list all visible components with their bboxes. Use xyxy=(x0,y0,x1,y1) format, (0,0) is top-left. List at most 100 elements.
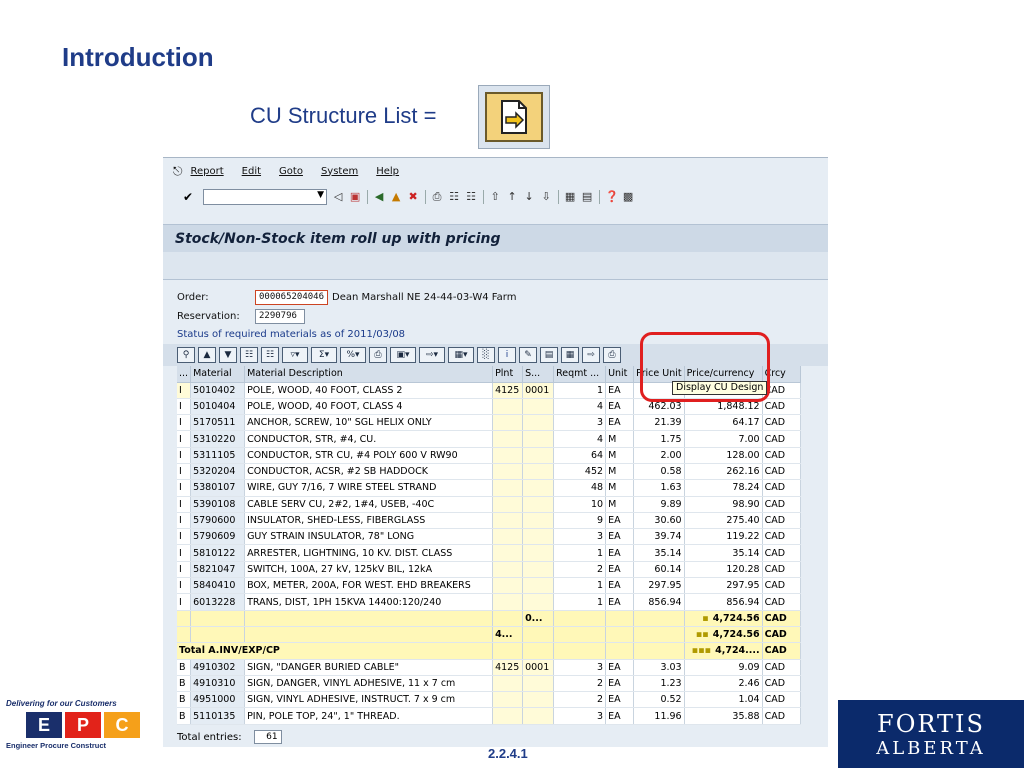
material-cell[interactable]: 5010404 xyxy=(190,398,246,416)
table-row[interactable]: I 6013228 TRANS, DIST, 1PH 15KVA 14400:120… xyxy=(177,593,801,611)
price-unit-cell[interactable]: 2.00 xyxy=(633,447,685,464)
display-cu-design-icon[interactable]: ⇨ xyxy=(582,347,600,363)
quantity-cell[interactable]: 2 xyxy=(553,675,607,693)
quantity-cell[interactable]: 2 xyxy=(553,691,607,709)
plant-cell[interactable] xyxy=(492,593,524,611)
unit-cell[interactable]: EA xyxy=(605,398,635,416)
currency-cell[interactable]: CAD xyxy=(762,659,801,676)
description-cell[interactable]: CONDUCTOR, STR CU, #4 POLY 600 V RW90 xyxy=(244,447,494,464)
description-cell[interactable]: POLE, WOOD, 40 FOOT, CLASS 4 xyxy=(244,398,494,416)
storage-location-cell[interactable] xyxy=(522,512,555,530)
table-row[interactable]: I 5390108 CABLE SERV CU, 2#2, 1#4, USEB, -… xyxy=(177,496,801,513)
description-cell[interactable]: PIN, POLE TOP, 24", 1" THREAD. xyxy=(244,707,494,725)
material-cell[interactable]: 5311105 xyxy=(190,447,246,464)
export-icon[interactable]: ⇨▾ xyxy=(419,347,445,363)
storage-location-cell[interactable] xyxy=(522,561,555,579)
storage-location-cell[interactable] xyxy=(522,398,555,416)
order-field[interactable]: 000065204046 xyxy=(255,290,329,305)
quantity-cell[interactable]: 10 xyxy=(553,496,607,513)
quantity-cell[interactable]: 4 xyxy=(553,398,607,416)
storage-location-cell[interactable]: 0001 xyxy=(522,382,555,399)
unit-cell[interactable]: EA xyxy=(605,528,635,546)
views-icon[interactable]: ▣▾ xyxy=(390,347,416,363)
quantity-cell[interactable]: 64 xyxy=(553,447,607,464)
find-next-icon[interactable]: ☷ xyxy=(261,347,279,363)
price-unit-cell[interactable]: 21.39 xyxy=(633,414,685,432)
plant-cell[interactable]: 4125 xyxy=(492,382,524,399)
plant-cell[interactable] xyxy=(492,528,524,546)
storage-location-cell[interactable] xyxy=(522,544,555,562)
sort-descending-icon[interactable]: ▼ xyxy=(219,347,237,363)
unit-cell[interactable]: EA xyxy=(605,382,635,399)
currency-cell[interactable]: CAD xyxy=(762,691,801,709)
help-icon[interactable]: ❓ xyxy=(605,191,619,203)
price-currency-cell[interactable]: 78.24 xyxy=(684,479,763,497)
column-header[interactable]: S... xyxy=(522,366,555,383)
price-unit-cell[interactable]: 35.14 xyxy=(633,544,685,562)
unit-cell[interactable]: EA xyxy=(605,512,635,530)
quantity-cell[interactable]: 1 xyxy=(553,544,607,562)
plant-cell[interactable]: 4125 xyxy=(492,659,524,676)
description-cell[interactable]: SIGN, "DANGER BURIED CABLE" xyxy=(244,659,494,676)
currency-cell[interactable]: CAD xyxy=(762,479,801,497)
table-row[interactable]: I 5790600 INSULATOR, SHED-LESS, FIBERGLASS… xyxy=(177,512,801,530)
unit-cell[interactable]: EA xyxy=(605,561,635,579)
price-currency-cell[interactable]: 98.90 xyxy=(684,496,763,513)
quantity-cell[interactable]: 1 xyxy=(553,577,607,595)
table-row[interactable]: I 5320204 CONDUCTOR, ACSR, #2 SB HADDOCK 45… xyxy=(177,463,801,481)
price-unit-cell[interactable]: 3.03 xyxy=(633,659,685,676)
type-cell[interactable]: I xyxy=(177,447,192,464)
back-arrow-icon[interactable]: ◁ xyxy=(332,191,344,203)
description-cell[interactable]: SWITCH, 100A, 27 kV, 125kV BIL, 12kA xyxy=(244,561,494,579)
table-row[interactable]: I 5840410 BOX, METER, 200A, FOR WEST. EHD … xyxy=(177,577,801,595)
storage-location-cell[interactable] xyxy=(522,496,555,513)
menu-edit[interactable]: Edit xyxy=(242,166,261,177)
subtotal-icon[interactable]: %▾ xyxy=(340,347,366,363)
description-cell[interactable]: TRANS, DIST, 1PH 15KVA 14400:120/240 xyxy=(244,593,494,611)
save-icon[interactable]: ▣ xyxy=(349,191,361,203)
currency-cell[interactable]: CAD xyxy=(762,430,801,448)
plant-cell[interactable] xyxy=(492,463,524,481)
type-cell[interactable]: I xyxy=(177,561,192,579)
material-cell[interactable]: 6013228 xyxy=(190,593,246,611)
unit-cell[interactable]: M xyxy=(605,463,635,481)
table-row[interactable]: I 5810122 ARRESTER, LIGHTNING, 10 KV. DIST… xyxy=(177,544,801,562)
price-currency-cell[interactable]: 64.17 xyxy=(684,414,763,432)
type-cell[interactable]: I xyxy=(177,398,192,416)
material-cell[interactable]: 5320204 xyxy=(190,463,246,481)
last-page-icon[interactable]: ⇩ xyxy=(540,191,552,203)
price-unit-cell[interactable]: 297.95 xyxy=(633,577,685,595)
type-cell[interactable]: I xyxy=(177,496,192,513)
description-cell[interactable]: CONDUCTOR, STR, #4, CU. xyxy=(244,430,494,448)
plant-cell[interactable] xyxy=(492,398,524,416)
price-unit-cell[interactable]: 1.63 xyxy=(633,479,685,497)
storage-location-cell[interactable] xyxy=(522,675,555,693)
material-cell[interactable]: 5821047 xyxy=(190,561,246,579)
description-cell[interactable]: CABLE SERV CU, 2#2, 1#4, USEB, -40C xyxy=(244,496,494,513)
find-icon[interactable]: ☷ xyxy=(240,347,258,363)
description-cell[interactable]: SIGN, DANGER, VINYL ADHESIVE, 11 x 7 cm xyxy=(244,675,494,693)
storage-location-cell[interactable] xyxy=(522,447,555,464)
material-cell[interactable]: 5310220 xyxy=(190,430,246,448)
material-cell[interactable]: 5790600 xyxy=(190,512,246,530)
price-unit-cell[interactable]: 0.58 xyxy=(633,463,685,481)
quantity-cell[interactable]: 2 xyxy=(553,561,607,579)
storage-location-cell[interactable] xyxy=(522,691,555,709)
storage-location-cell[interactable] xyxy=(522,593,555,611)
description-cell[interactable]: POLE, WOOD, 40 FOOT, CLASS 2 xyxy=(244,382,494,399)
plant-cell[interactable] xyxy=(492,512,524,530)
subtotal-row[interactable]: 0... ▪ 4,724.56 CAD xyxy=(177,610,801,627)
currency-cell[interactable]: CAD xyxy=(762,577,801,595)
exit-icon[interactable]: ▲ xyxy=(390,191,402,203)
currency-cell[interactable]: CAD xyxy=(762,593,801,611)
command-field[interactable]: ▼ xyxy=(203,189,328,205)
type-cell[interactable]: I xyxy=(177,382,192,399)
price-unit-cell[interactable]: 1.75 xyxy=(633,430,685,448)
column-header[interactable]: Reqmt ... xyxy=(553,366,607,383)
quantity-cell[interactable]: 3 xyxy=(553,528,607,546)
print-preview-icon[interactable]: ⎙ xyxy=(369,347,387,363)
table-row[interactable]: I 5790609 GUY STRAIN INSULATOR, 78" LONG 3 E… xyxy=(177,528,801,546)
menu-help[interactable]: Help xyxy=(376,166,399,177)
quantity-cell[interactable]: 4 xyxy=(553,430,607,448)
description-cell[interactable]: WIRE, GUY 7/16, 7 WIRE STEEL STRAND xyxy=(244,479,494,497)
